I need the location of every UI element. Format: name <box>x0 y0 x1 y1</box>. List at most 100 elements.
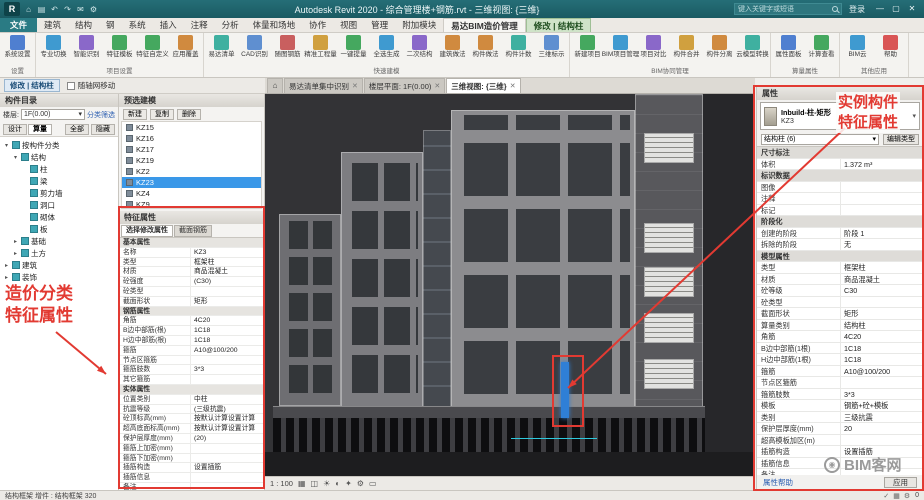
property-value[interactable]: C30 <box>841 285 923 296</box>
instance-property-row[interactable]: 材质 商品混凝土 <box>757 274 923 286</box>
feature-tab[interactable]: 截面钢筋 <box>174 225 212 237</box>
close-tab-icon[interactable]: ✕ <box>510 82 516 90</box>
tree-caret-icon[interactable]: ▸ <box>3 262 10 269</box>
feature-property-row[interactable]: 保护层厚度(mm) (20) <box>119 434 264 444</box>
property-value[interactable] <box>841 297 923 308</box>
feature-property-row[interactable]: 插筋构造 设置插筋 <box>119 463 264 473</box>
ribbon-tool-button[interactable]: 新建项目 <box>571 34 604 66</box>
ribbon-tool-button[interactable]: 应用覆盖 <box>169 34 202 66</box>
view-control-icon[interactable]: ✦ <box>345 479 352 488</box>
tree-item[interactable]: 剪力墙 <box>0 187 118 199</box>
instance-property-row[interactable]: 算量类别 结构柱 <box>757 320 923 332</box>
search-input[interactable]: 键入关键字或短语 <box>734 3 842 15</box>
property-value[interactable] <box>841 193 923 204</box>
instance-property-row[interactable]: H边中部筋(1根) 1C18 <box>757 354 923 366</box>
instance-property-row[interactable]: 标识数据 <box>757 170 923 182</box>
list-toolbar-button[interactable]: 复制 <box>150 109 174 120</box>
property-value[interactable] <box>191 444 264 453</box>
column-type-item[interactable]: KZ9 <box>122 199 261 209</box>
moves-with-grids-checkbox[interactable]: 随轴网移动 <box>67 80 116 91</box>
property-value[interactable] <box>261 307 264 316</box>
property-value[interactable]: 1C18 <box>191 326 264 335</box>
instance-property-row[interactable]: 模板 钢筋+砼+模板 <box>757 400 923 412</box>
properties-help-link[interactable]: 属性帮助 <box>763 477 793 488</box>
menu-tab[interactable]: 视图 <box>333 18 364 32</box>
property-value[interactable]: 商品混凝土 <box>841 274 923 285</box>
apply-button[interactable]: 应用 <box>884 477 917 488</box>
feature-property-row[interactable]: 位置类别 中柱 <box>119 395 264 405</box>
property-value[interactable]: 4C20 <box>191 316 264 325</box>
list-toolbar-button[interactable]: 新建 <box>123 109 147 120</box>
menu-tab[interactable]: 体量和场地 <box>246 18 303 32</box>
property-value[interactable]: A10@100/200 <box>841 366 923 377</box>
instance-property-row[interactable]: 创建的阶段 阶段 1 <box>757 228 923 240</box>
panel-toggle-button[interactable]: 设计 <box>3 124 27 135</box>
instance-property-row[interactable]: 类别 三级抗震 <box>757 412 923 424</box>
property-value[interactable]: 1.372 m³ <box>841 159 923 170</box>
property-value[interactable]: 3*3 <box>841 389 923 400</box>
feature-property-row[interactable]: 箍筋上加密(mm) <box>119 444 264 454</box>
tree-caret-icon[interactable]: ▾ <box>12 154 19 161</box>
instance-property-row[interactable]: 阶段化 <box>757 216 923 228</box>
property-value[interactable] <box>920 251 923 262</box>
instance-property-row[interactable]: 箍筋肢数 3*3 <box>757 389 923 401</box>
ribbon-tool-button[interactable]: 一键提量 <box>337 34 370 66</box>
tree-item[interactable]: 砌体 <box>0 211 118 223</box>
column-type-item[interactable]: KZ16 <box>122 133 261 144</box>
feature-property-row[interactable]: 箍筋 A10@100/200 <box>119 346 264 356</box>
feature-property-row[interactable]: H边中部筋(根) 1C18 <box>119 336 264 346</box>
feature-property-row[interactable]: 基本属性 <box>119 238 264 248</box>
column-type-item[interactable]: KZ4 <box>122 188 261 199</box>
feature-property-row[interactable]: 箍筋肢数 3*3 <box>119 365 264 375</box>
ribbon-tool-button[interactable]: 构件做法 <box>469 34 502 66</box>
view-scale[interactable]: 1 : 100 <box>270 479 293 488</box>
ribbon-tool-button[interactable]: 专业切换 <box>37 34 70 66</box>
ribbon-tool-button[interactable]: BIM项目管理 <box>604 34 637 66</box>
property-value[interactable]: 20 <box>841 423 923 434</box>
view-control-icon[interactable]: ◫ <box>311 479 319 488</box>
close-tab-icon[interactable]: ✕ <box>434 82 440 90</box>
column-type-item[interactable]: KZ2 <box>122 166 261 177</box>
view-control-icon[interactable]: ▭ <box>369 479 377 488</box>
feature-property-row[interactable]: B边中部筋(根) 1C18 <box>119 326 264 336</box>
feature-property-row[interactable]: 类型 框架柱 <box>119 258 264 268</box>
menu-tab[interactable]: 分析 <box>215 18 246 32</box>
ribbon-tool-button[interactable]: 特征自定义 <box>136 34 169 66</box>
instance-property-row[interactable]: 图像 <box>757 182 923 194</box>
property-value[interactable]: 阶段 1 <box>841 228 923 239</box>
property-value[interactable]: 矩形 <box>841 308 923 319</box>
feature-property-row[interactable]: 钢筋属性 <box>119 307 264 317</box>
instance-property-row[interactable]: 超高模板加区(m) <box>757 435 923 447</box>
instance-property-row[interactable]: 尺寸标注 <box>757 147 923 159</box>
ribbon-tool-button[interactable]: 项目对比 <box>637 34 670 66</box>
quick-access-icon[interactable]: ⌂ <box>22 3 35 15</box>
menu-tab[interactable]: 易达BIM造价管理 <box>443 18 526 32</box>
view-tab[interactable]: 易达清单集中识别 ✕ <box>284 78 363 93</box>
property-value[interactable]: 框架柱 <box>191 258 264 267</box>
menu-tab[interactable]: 修改 | 结构柱 <box>526 18 592 32</box>
status-icon[interactable]: ✓ <box>883 492 889 500</box>
instance-property-row[interactable]: 保护层厚度(mm) 20 <box>757 423 923 435</box>
column-type-item[interactable]: KZ17 <box>122 144 261 155</box>
feature-property-row[interactable]: 砼类型 <box>119 287 264 297</box>
category-filter-link[interactable]: 分类筛选 <box>87 110 115 120</box>
view-control-icon[interactable]: ☀ <box>323 479 330 488</box>
feature-property-row[interactable]: 备注 <box>119 483 264 490</box>
property-value[interactable]: A10@100/200 <box>191 346 264 355</box>
property-value[interactable]: 矩形 <box>191 297 264 306</box>
tree-item[interactable]: ▸ 装饰 <box>0 271 118 283</box>
instance-property-row[interactable]: 标记 <box>757 205 923 217</box>
selected-column-element[interactable] <box>561 362 569 418</box>
instance-property-row[interactable]: 截面形状 矩形 <box>757 308 923 320</box>
property-value[interactable]: 钢筋+砼+模板 <box>841 400 923 411</box>
property-value[interactable]: 1C18 <box>191 336 264 345</box>
window-button[interactable]: ▢ <box>888 2 904 16</box>
property-value[interactable] <box>191 454 264 463</box>
menu-tab[interactable]: 文件 <box>0 18 37 32</box>
edit-type-button[interactable]: 编辑类型 <box>883 134 919 145</box>
property-value[interactable] <box>191 473 264 482</box>
ribbon-tool-button[interactable]: BIM云 <box>841 34 874 66</box>
tree-item[interactable]: ▸ 基础 <box>0 235 118 247</box>
tree-caret-icon[interactable]: ▸ <box>12 250 19 257</box>
instance-property-row[interactable]: 模型属性 <box>757 251 923 263</box>
